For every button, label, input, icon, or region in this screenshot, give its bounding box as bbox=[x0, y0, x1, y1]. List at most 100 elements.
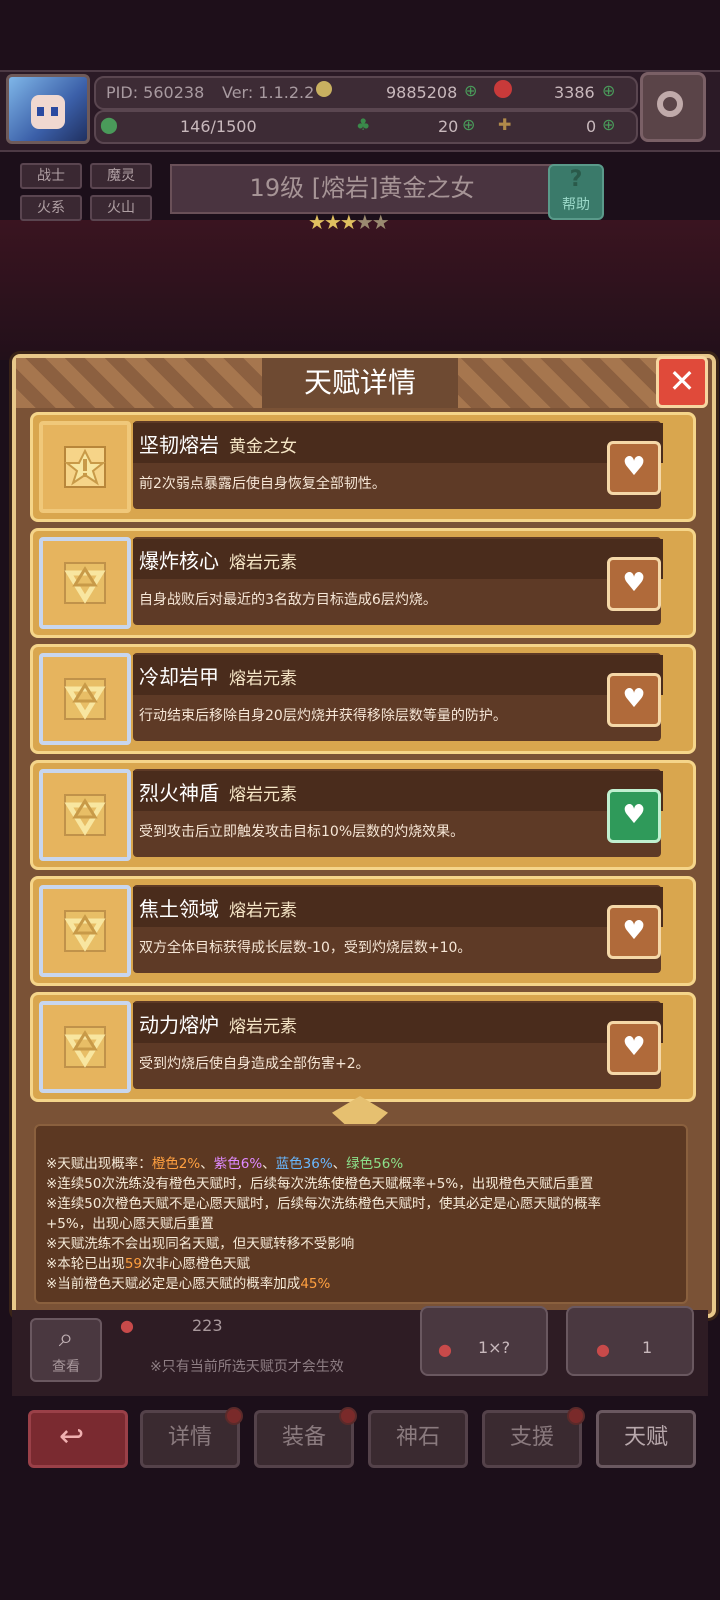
talent-description: 受到灼烧后使自身造成全部伤害+2。 bbox=[139, 1056, 370, 1072]
bag-icon: ✚ bbox=[498, 115, 512, 134]
tab-support[interactable]: 支援 bbox=[482, 1407, 585, 1468]
wish-heart-button[interactable]: ♥ bbox=[607, 557, 661, 611]
talent-source: 熔岩元素 bbox=[229, 553, 297, 573]
tab-details[interactable]: 详情 bbox=[140, 1407, 243, 1468]
wish-heart-button[interactable]: ♥ bbox=[607, 441, 661, 495]
talent-source: 熔岩元素 bbox=[229, 1017, 297, 1037]
resource-count: 223 bbox=[192, 1316, 223, 1335]
talent-name: 冷却岩甲 bbox=[139, 665, 219, 689]
tab-godstone[interactable]: 神石 bbox=[368, 1410, 468, 1468]
bottom-note: ※只有当前所选天赋页才会生效 bbox=[150, 1359, 344, 1375]
talent-reroll-button[interactable]: ● 1 bbox=[566, 1306, 694, 1376]
talent-card[interactable]: 坚韧熔岩 黄金之女 前2次弱点暴露后使自身恢复全部韧性。 ♥ bbox=[30, 412, 696, 522]
settings-button[interactable] bbox=[640, 72, 706, 142]
wish-heart-button[interactable]: ♥ bbox=[607, 1021, 661, 1075]
heart-icon: ♥ bbox=[622, 800, 646, 830]
talent-description: 行动结束后移除自身20层灼烧并获得移除层数等量的防护。 bbox=[139, 708, 507, 724]
talent-icon-frame bbox=[39, 537, 131, 629]
talent-name: 爆炸核心 bbox=[139, 549, 219, 573]
talent-source: 熔岩元素 bbox=[229, 901, 297, 921]
talent-icon-frame bbox=[39, 421, 131, 513]
star-icon: ★ bbox=[339, 210, 358, 234]
add-clover-icon[interactable]: ⊕ bbox=[462, 115, 475, 134]
back-button[interactable]: ↩ bbox=[28, 1410, 128, 1468]
talent-card[interactable]: 动力熔炉 熔岩元素 受到灼烧后使自身造成全部伤害+2。 ♥ bbox=[30, 992, 696, 1102]
heart-icon: ♥ bbox=[622, 684, 646, 714]
talent-icon-frame bbox=[39, 885, 131, 977]
wish-heart-button[interactable]: ♥ bbox=[607, 673, 661, 727]
add-item-icon[interactable]: ⊕ bbox=[602, 115, 615, 134]
star-icon: ★ bbox=[323, 210, 342, 234]
triangle-emblem-icon bbox=[64, 910, 106, 952]
talent-description: 自身战败后对最近的3名敌方目标造成6层灼烧。 bbox=[139, 592, 437, 608]
resource-pill: ⬤ 146/1500 ♣ 20 ⊕ ✚ 0 ⊕ bbox=[94, 110, 638, 144]
gear-icon bbox=[657, 91, 683, 117]
avatar[interactable] bbox=[6, 74, 90, 144]
modal-title: 天赋详情 bbox=[303, 366, 416, 399]
star-icon: ★ bbox=[355, 210, 374, 234]
talent-card[interactable]: 爆炸核心 熔岩元素 自身战败后对最近的3名敌方目标造成6层灼烧。 ♥ bbox=[30, 528, 696, 638]
talent-source: 熔岩元素 bbox=[229, 669, 297, 689]
triangle-emblem-icon bbox=[64, 562, 106, 604]
hero-title: 19级 [熔岩]黄金之女 bbox=[170, 164, 554, 214]
tab-talent[interactable]: 天赋 bbox=[596, 1410, 696, 1468]
background-scene bbox=[0, 220, 720, 360]
heart-icon: ♥ bbox=[622, 568, 646, 598]
talent-name: 烈火神盾 bbox=[139, 781, 219, 805]
item-count: 0 bbox=[586, 117, 597, 136]
rule-line: ※天赋洗练不会出现同名天赋，但天赋转移不受影响 bbox=[46, 1236, 355, 1252]
pid-text: PID: 560238 bbox=[106, 83, 205, 102]
wish-heart-button[interactable]: ♥ bbox=[607, 905, 661, 959]
star-icon: ★ bbox=[371, 210, 390, 234]
star-icon: ★ bbox=[308, 210, 326, 234]
add-gem-icon[interactable]: ⊕ bbox=[602, 81, 615, 100]
stamina-icon: ⬤ bbox=[100, 115, 118, 134]
triangle-emblem-icon bbox=[64, 678, 106, 720]
heart-icon: ♥ bbox=[622, 452, 646, 482]
tag-element: 火系 bbox=[20, 195, 82, 221]
talent-icon-frame bbox=[39, 653, 131, 745]
fruit-icon: ● bbox=[596, 1340, 610, 1359]
close-button[interactable]: ✕ bbox=[656, 356, 708, 408]
notification-dot bbox=[225, 1407, 243, 1425]
clover-icon: ♣ bbox=[356, 115, 371, 134]
notification-dot bbox=[339, 1407, 357, 1425]
gem-icon bbox=[494, 80, 512, 102]
notification-dot bbox=[567, 1407, 585, 1425]
talent-name: 动力熔炉 bbox=[139, 1013, 219, 1037]
talent-description: 受到攻击后立即触发攻击目标10%层数的灼烧效果。 bbox=[139, 824, 465, 840]
close-icon: ✕ bbox=[668, 362, 696, 400]
gem-count: 3386 bbox=[554, 83, 595, 102]
fruit-icon: ● bbox=[438, 1340, 452, 1359]
gold-count: 9885208 bbox=[386, 83, 458, 102]
talent-name: 焦土领域 bbox=[139, 897, 219, 921]
heart-icon: ♥ bbox=[622, 1032, 646, 1062]
fruit-icon: ● bbox=[120, 1316, 134, 1335]
view-button[interactable]: ⌕ 查看 bbox=[30, 1318, 102, 1382]
rate-line: ※天赋出现概率：橙色2%、紫色6%、蓝色36%、绿色56% bbox=[46, 1156, 404, 1172]
gold-icon bbox=[316, 81, 332, 101]
auto-reroll-button[interactable]: ● 1×? bbox=[420, 1306, 548, 1376]
count-line: ※本轮已出现59次非心愿橙色天赋 bbox=[46, 1256, 250, 1272]
talent-source: 熔岩元素 bbox=[229, 785, 297, 805]
stamina-count: 146/1500 bbox=[180, 117, 257, 136]
tag-class: 战士 bbox=[20, 163, 82, 189]
rule-line: ※连续50次橙色天赋不是心愿天赋时，后续每次洗练橙色天赋时，使其必定是心愿天赋的… bbox=[46, 1196, 601, 1212]
heart-icon: ♥ bbox=[622, 916, 646, 946]
help-label: 帮助 bbox=[562, 197, 590, 213]
talent-card[interactable]: 焦土领域 熔岩元素 双方全体目标获得成长层数-10，受到灼烧层数+10。 ♥ bbox=[30, 876, 696, 986]
wish-heart-button-selected[interactable]: ♥ bbox=[607, 789, 661, 843]
talent-icon-frame bbox=[39, 1001, 131, 1093]
talent-card[interactable]: 冷却岩甲 熔岩元素 行动结束后移除自身20层灼烧并获得移除层数等量的防护。 ♥ bbox=[30, 644, 696, 754]
talent-description: 前2次弱点暴露后使自身恢复全部韧性。 bbox=[139, 476, 386, 492]
clover-count: 20 bbox=[438, 117, 459, 136]
tab-equipment[interactable]: 装备 bbox=[254, 1407, 357, 1468]
magnifier-icon: ⌕ bbox=[58, 1323, 74, 1353]
rule-line: +5%，出现心愿天赋后重置 bbox=[46, 1216, 214, 1232]
star-shield-icon bbox=[64, 446, 106, 488]
help-button[interactable]: ? 帮助 bbox=[548, 164, 604, 220]
status-bar bbox=[0, 0, 720, 70]
add-gold-icon[interactable]: ⊕ bbox=[464, 81, 477, 100]
question-icon: ? bbox=[569, 167, 583, 192]
talent-card[interactable]: 烈火神盾 熔岩元素 受到攻击后立即触发攻击目标10%层数的灼烧效果。 ♥ bbox=[30, 760, 696, 870]
